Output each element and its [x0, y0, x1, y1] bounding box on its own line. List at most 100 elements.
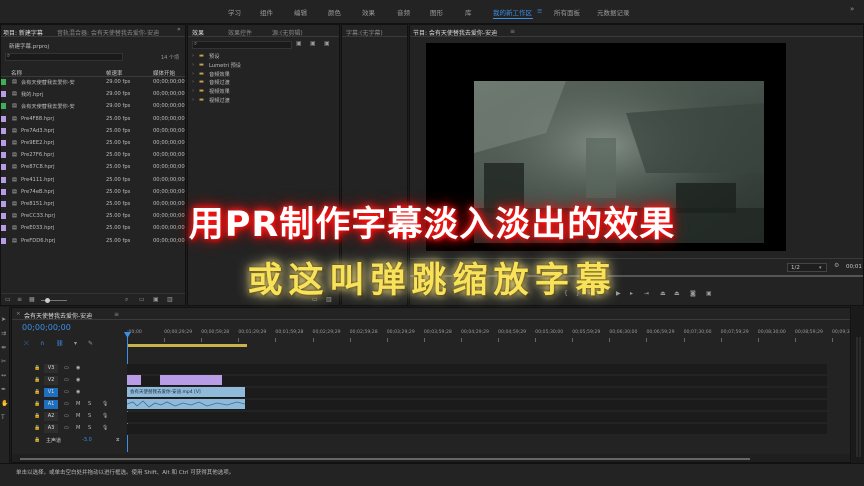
title-clip-v2b[interactable]	[160, 375, 222, 385]
track-lane[interactable]	[127, 412, 827, 423]
eye-icon[interactable]: ◉	[76, 389, 80, 395]
timeline-settings-icon[interactable]: ✎	[88, 341, 93, 347]
solo-button[interactable]: S	[88, 413, 91, 419]
solo-button[interactable]: S	[88, 425, 91, 431]
eye-icon[interactable]: ◉	[76, 365, 80, 371]
microphone-icon[interactable]: 🎙	[102, 425, 108, 431]
solo-button[interactable]: S	[88, 401, 91, 407]
track-header[interactable]: 🔒 A1 ▭ M S 🎙	[12, 400, 132, 411]
ripple-edit-tool-icon[interactable]: ⇹	[1, 345, 6, 351]
lock-icon[interactable]: 🔒	[34, 437, 40, 443]
pen-tool-icon[interactable]: ✒	[1, 387, 6, 393]
workspace-tab-editing[interactable]: 编辑	[294, 7, 307, 17]
eye-icon[interactable]: ◉	[76, 377, 80, 383]
audio-clip-a1[interactable]	[127, 399, 245, 409]
track-lane[interactable]	[127, 364, 827, 375]
workspace-tab-all-panels[interactable]: 所有面板	[554, 7, 580, 17]
lock-icon[interactable]: 🔒	[34, 377, 40, 383]
microphone-icon[interactable]: 🎙	[102, 413, 108, 419]
track-lane[interactable]	[127, 376, 827, 387]
sync-lock-icon[interactable]: ▭	[64, 401, 69, 407]
sync-lock-icon[interactable]: ▭	[64, 377, 69, 383]
program-menu-icon[interactable]: ≡	[510, 28, 515, 35]
track-header[interactable]: 🔒 V3 ▭ ◉	[12, 364, 132, 375]
lock-icon[interactable]: 🔒	[34, 413, 40, 419]
linked-selection-icon[interactable]: ⛓	[56, 341, 64, 347]
track-label[interactable]: A3	[44, 424, 58, 433]
mute-button[interactable]: M	[76, 401, 80, 407]
project-item-row[interactable]: ▤ Pre9EE2.hprj 25.00 fps 00;00;00;00	[1, 138, 185, 149]
track-label[interactable]: V1	[44, 388, 58, 397]
type-tool-icon[interactable]: T	[1, 415, 5, 421]
track-label[interactable]: V3	[44, 364, 58, 373]
sequence-menu-icon[interactable]: ≡	[114, 311, 119, 318]
project-item-row[interactable]: ▤ 我的.hprj 29.00 fps 00;00;00;00	[1, 89, 185, 100]
workspace-tab-graphics[interactable]: 图形	[430, 7, 443, 17]
overflow-icon[interactable]: »	[850, 6, 854, 13]
project-item-row[interactable]: ▤ Pre87C8.hprj 25.00 fps 00;00;00;00	[1, 162, 185, 173]
master-track-header[interactable]: 🔒 主声道 -3.0 ⧖	[12, 436, 132, 447]
chevron-right-icon[interactable]: ›	[192, 62, 194, 68]
slip-tool-icon[interactable]: ↔	[1, 373, 6, 379]
effects-folder[interactable]: › ▬ 视频过渡	[188, 96, 339, 105]
time-ruler[interactable]: :00;00 00;00;29;29 00;00;59;28 00;01;29;29 0…	[127, 328, 850, 342]
chevron-right-icon[interactable]: ›	[192, 71, 194, 77]
chevron-right-icon[interactable]: ›	[192, 97, 194, 103]
effects-folder[interactable]: › ▬ 音频效果	[188, 70, 339, 79]
project-item-row[interactable]: ▤ Pre4111.hprj 25.00 fps 00;00;00;00	[1, 175, 185, 186]
scrollbar-track[interactable]	[20, 458, 750, 460]
snap-icon[interactable]: ∩	[40, 341, 44, 347]
yuv-effects-icon[interactable]: ▣	[324, 41, 330, 47]
workspace-tab-color[interactable]: 颜色	[328, 7, 341, 17]
track-header[interactable]: 🔒 V2 ▭ ◉	[12, 376, 132, 387]
track-select-tool-icon[interactable]: ⇉	[1, 331, 6, 337]
track-label[interactable]: A2	[44, 412, 58, 421]
chevron-right-icon[interactable]: ›	[192, 53, 194, 59]
sync-lock-icon[interactable]: ▭	[64, 389, 69, 395]
effects-folder[interactable]: › ▬ Lumetri 预设	[188, 61, 339, 70]
panel-overflow-icon[interactable]: »	[177, 27, 181, 33]
lock-icon[interactable]: 🔒	[34, 401, 40, 407]
effects-search-input[interactable]	[192, 41, 292, 49]
title-clip-v2a[interactable]	[127, 375, 141, 385]
lock-icon[interactable]: 🔒	[34, 425, 40, 431]
track-header[interactable]: 🔒 V1 ▭ ◉	[12, 388, 132, 399]
track-header[interactable]: 🔒 A3 ▭ M S 🎙	[12, 424, 132, 435]
master-end-icon[interactable]: ⧖	[116, 437, 120, 443]
project-search-input[interactable]	[5, 53, 123, 61]
effects-folder[interactable]: › ▬ 视频效果	[188, 87, 339, 96]
workspace-tab-effects[interactable]: 效果	[362, 7, 375, 17]
add-marker-icon[interactable]: ▾	[74, 341, 77, 347]
sync-lock-icon[interactable]: ▭	[64, 425, 69, 431]
close-icon[interactable]: ×	[16, 311, 21, 317]
track-label[interactable]: A1	[44, 400, 58, 409]
timeline-timecode[interactable]: 00;00;00;00	[22, 323, 71, 332]
project-item-row[interactable]: ▤ 会有天使替我去爱你-安 29.00 fps 00;00;00;00	[1, 77, 185, 88]
chevron-right-icon[interactable]: ›	[192, 79, 194, 85]
hand-tool-icon[interactable]: ✋	[1, 401, 8, 407]
effects-folder[interactable]: › ▬ 预设	[188, 52, 339, 61]
selection-tool-icon[interactable]: ➤	[1, 317, 6, 323]
mute-button[interactable]: M	[76, 425, 80, 431]
microphone-icon[interactable]: 🎙	[102, 401, 108, 407]
lock-icon[interactable]: 🔒	[34, 389, 40, 395]
track-header[interactable]: 🔒 A2 ▭ M S 🎙	[12, 412, 132, 423]
32bit-effects-icon[interactable]: ▣	[310, 41, 316, 47]
razor-tool-icon[interactable]: ✂	[1, 359, 6, 365]
project-item-row[interactable]: ▤ Pre4F88.hprj 25.00 fps 00;00;00;00	[1, 114, 185, 125]
workspace-tab-metadata[interactable]: 元数据记录	[597, 7, 630, 17]
workspace-tab-libraries[interactable]: 库	[465, 7, 472, 17]
workspace-tab-learn[interactable]: 学习	[228, 7, 241, 17]
chevron-right-icon[interactable]: ›	[192, 88, 194, 94]
workspace-tab-my-workspace[interactable]: 我的新工作区	[493, 7, 532, 17]
workspace-tab-assembly[interactable]: 组件	[260, 7, 273, 17]
insert-nest-icon[interactable]: ⤬	[24, 341, 29, 347]
sync-lock-icon[interactable]: ▭	[64, 365, 69, 371]
project-item-row[interactable]: ▤ Pre7Ad3.hprj 25.00 fps 00;00;00;00	[1, 126, 185, 137]
project-item-row[interactable]: ▤ 会有天使替我去爱你-安 29.00 fps 00;00;00;00	[1, 101, 185, 112]
project-item-row[interactable]: ▤ Pre27F6.hprj 25.00 fps 00;00;00;00	[1, 150, 185, 161]
effects-folder[interactable]: › ▬ 音频过渡	[188, 78, 339, 87]
sync-lock-icon[interactable]: ▭	[64, 413, 69, 419]
workspace-menu-icon[interactable]: ≡	[537, 7, 542, 15]
workspace-tab-audio[interactable]: 音频	[397, 7, 410, 17]
